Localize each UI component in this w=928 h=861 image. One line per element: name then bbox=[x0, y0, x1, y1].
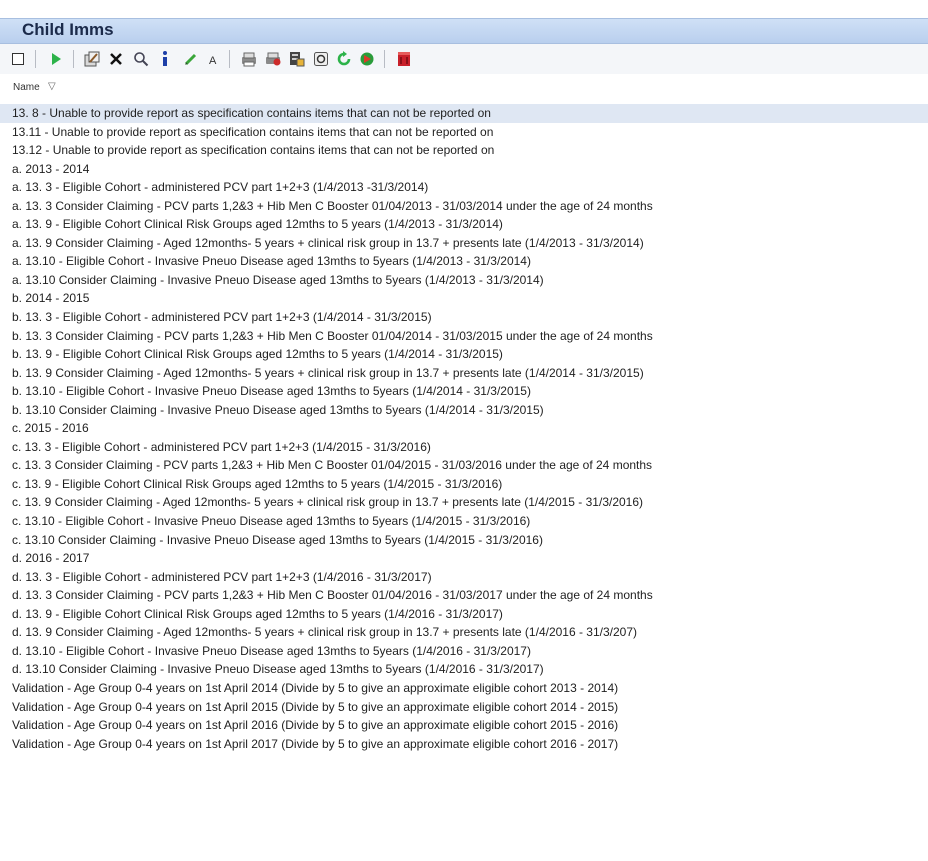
report-list: 13. 8 - Unable to provide report as spec… bbox=[0, 104, 928, 753]
list-item[interactable]: a. 13. 3 Consider Claiming - PCV parts 1… bbox=[0, 197, 928, 216]
list-item[interactable]: c. 13.10 Consider Claiming - Invasive Pn… bbox=[0, 531, 928, 550]
toolbar-separator bbox=[73, 50, 74, 68]
list-item[interactable]: a. 2013 - 2014 bbox=[0, 160, 928, 179]
list-item[interactable]: b. 13. 9 - Eligible Cohort Clinical Risk… bbox=[0, 345, 928, 364]
list-item[interactable]: c. 2015 - 2016 bbox=[0, 419, 928, 438]
export-icon[interactable] bbox=[263, 49, 283, 69]
navigate-icon[interactable] bbox=[357, 49, 377, 69]
view-icon[interactable] bbox=[311, 49, 331, 69]
list-item[interactable]: b. 13. 3 Consider Claiming - PCV parts 1… bbox=[0, 327, 928, 346]
list-item[interactable]: 13.11 - Unable to provide report as spec… bbox=[0, 123, 928, 142]
list-item[interactable]: a. 13.10 Consider Claiming - Invasive Pn… bbox=[0, 271, 928, 290]
list-item[interactable]: d. 13.10 - Eligible Cohort - Invasive Pn… bbox=[0, 642, 928, 661]
delete-icon[interactable] bbox=[106, 49, 126, 69]
list-item[interactable]: Validation - Age Group 0-4 years on 1st … bbox=[0, 698, 928, 717]
toolbar-separator bbox=[35, 50, 36, 68]
list-item[interactable]: Validation - Age Group 0-4 years on 1st … bbox=[0, 716, 928, 735]
list-item[interactable]: d. 13. 3 - Eligible Cohort - administere… bbox=[0, 568, 928, 587]
run-icon[interactable] bbox=[46, 49, 66, 69]
toolbar-separator bbox=[229, 50, 230, 68]
svg-text:A: A bbox=[209, 55, 217, 66]
column-header[interactable]: Name ▽ bbox=[0, 79, 928, 99]
list-item[interactable]: b. 13.10 - Eligible Cohort - Invasive Pn… bbox=[0, 382, 928, 401]
edit-icon[interactable] bbox=[82, 49, 102, 69]
window-title-bar: Child Imms bbox=[0, 18, 928, 44]
select-all-icon[interactable] bbox=[8, 49, 28, 69]
list-item[interactable]: d. 13. 9 - Eligible Cohort Clinical Risk… bbox=[0, 605, 928, 624]
list-item[interactable]: d. 13. 9 Consider Claiming - Aged 12mont… bbox=[0, 623, 928, 642]
pencil-icon[interactable] bbox=[181, 49, 201, 69]
sort-icon[interactable]: ▽ bbox=[48, 81, 56, 92]
list-item[interactable]: c. 13.10 - Eligible Cohort - Invasive Pn… bbox=[0, 512, 928, 531]
print-icon[interactable] bbox=[239, 49, 259, 69]
toolbar-separator bbox=[384, 50, 385, 68]
info-icon[interactable] bbox=[155, 49, 175, 69]
list-item[interactable]: c. 13. 9 - Eligible Cohort Clinical Risk… bbox=[0, 475, 928, 494]
list-item[interactable]: a. 13. 9 - Eligible Cohort Clinical Risk… bbox=[0, 215, 928, 234]
list-item[interactable]: a. 13. 9 Consider Claiming - Aged 12mont… bbox=[0, 234, 928, 253]
window-title: Child Imms bbox=[22, 20, 114, 39]
list-item[interactable]: b. 13. 9 Consider Claiming - Aged 12mont… bbox=[0, 364, 928, 383]
refresh-icon[interactable] bbox=[334, 49, 354, 69]
list-item[interactable]: a. 13. 3 - Eligible Cohort - administere… bbox=[0, 178, 928, 197]
list-item[interactable]: d. 2016 - 2017 bbox=[0, 549, 928, 568]
column-header-name[interactable]: Name bbox=[13, 82, 40, 93]
list-item[interactable]: Validation - Age Group 0-4 years on 1st … bbox=[0, 735, 928, 754]
list-item[interactable]: c. 13. 3 - Eligible Cohort - administere… bbox=[0, 438, 928, 457]
list-item[interactable]: Validation - Age Group 0-4 years on 1st … bbox=[0, 679, 928, 698]
list-item[interactable]: b. 13. 3 - Eligible Cohort - administere… bbox=[0, 308, 928, 327]
list-item[interactable]: a. 13.10 - Eligible Cohort - Invasive Pn… bbox=[0, 252, 928, 271]
report-icon[interactable] bbox=[287, 49, 307, 69]
search-icon[interactable] bbox=[131, 49, 151, 69]
list-item[interactable]: b. 2014 - 2015 bbox=[0, 289, 928, 308]
font-icon[interactable]: A bbox=[203, 49, 223, 69]
list-item[interactable]: 13. 8 - Unable to provide report as spec… bbox=[0, 104, 928, 123]
list-item[interactable]: d. 13. 3 Consider Claiming - PCV parts 1… bbox=[0, 586, 928, 605]
list-item[interactable]: b. 13.10 Consider Claiming - Invasive Pn… bbox=[0, 401, 928, 420]
list-item[interactable]: c. 13. 9 Consider Claiming - Aged 12mont… bbox=[0, 493, 928, 512]
list-item[interactable]: d. 13.10 Consider Claiming - Invasive Pn… bbox=[0, 660, 928, 679]
list-item[interactable]: c. 13. 3 Consider Claiming - PCV parts 1… bbox=[0, 456, 928, 475]
toolbar: A bbox=[0, 44, 928, 74]
close-icon[interactable] bbox=[394, 49, 414, 69]
list-item[interactable]: 13.12 - Unable to provide report as spec… bbox=[0, 141, 928, 160]
